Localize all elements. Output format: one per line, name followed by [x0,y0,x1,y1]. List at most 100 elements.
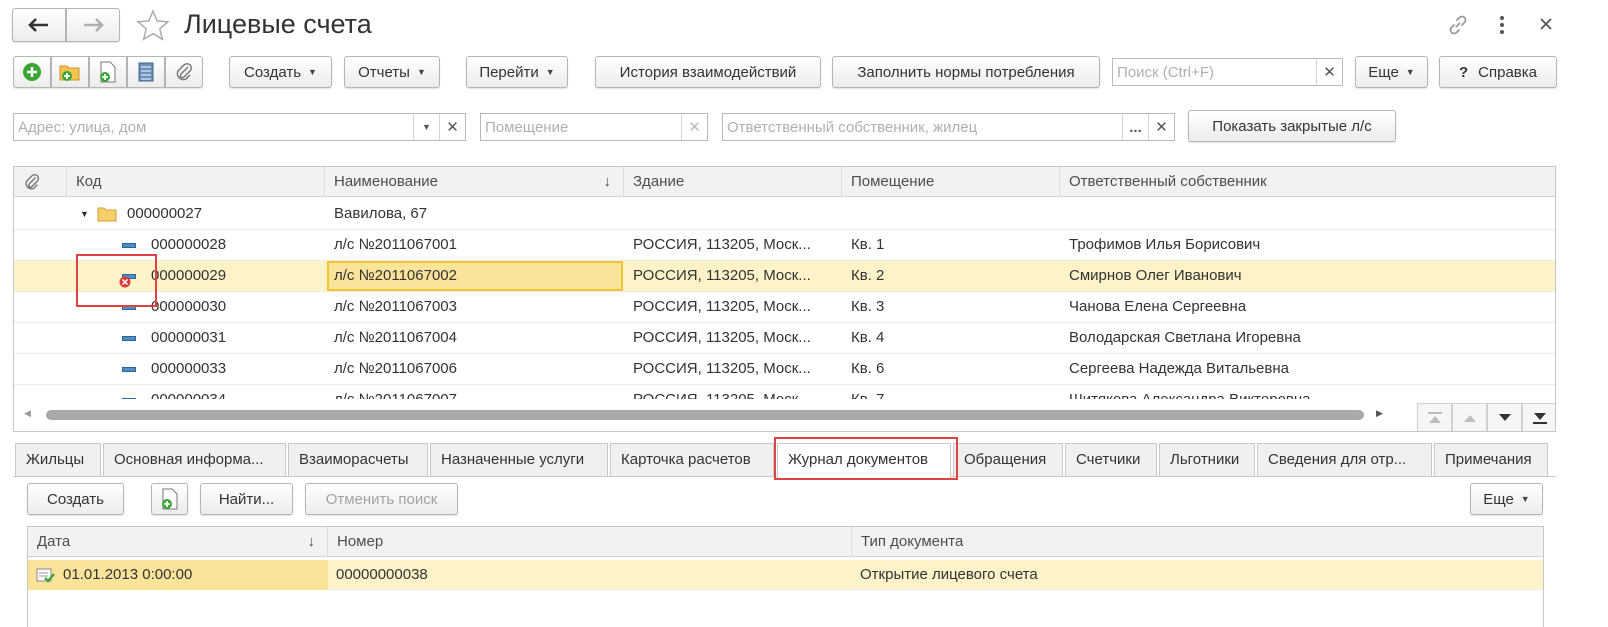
select-owner-icon[interactable]: ... [1122,114,1148,140]
help-button[interactable]: ? Справка [1439,56,1557,88]
scroll-down-button[interactable] [1487,403,1522,431]
table-row[interactable]: 000000031 л/с №2011067004 РОССИЯ, 113205… [14,323,1555,354]
show-closed-button[interactable]: Показать закрытые л/с [1188,110,1396,142]
owner-cell: Смирнов Олег Иванович [1069,267,1242,284]
owner-input[interactable] [723,114,1122,140]
more-vertical-icon[interactable] [1496,13,1508,37]
journal-find-button[interactable]: Найти... [200,483,293,515]
create-dropdown-button[interactable]: Создать ▼ [229,56,332,88]
history-button[interactable]: История взаимодействий [595,56,821,88]
tab-notes[interactable]: Примечания [1434,443,1548,476]
table-row-partial[interactable]: 000000034 л/с №2011067007 РОССИЯ, 113205… [14,385,1555,399]
room-cell: Кв. 1 [851,236,885,253]
more-dropdown-button[interactable]: Еще ▼ [1355,56,1428,88]
list-icon [138,62,154,82]
tab-main-info[interactable]: Основная информа... [103,443,286,476]
table-row[interactable]: 000000033 л/с №2011067006 РОССИЯ, 113205… [14,354,1555,385]
add-group-button[interactable] [51,56,89,88]
accounts-table[interactable]: Код Наименование ↓ Здание Помещение Отве… [13,166,1556,432]
number-cell: 00000000038 [336,566,428,583]
scroll-top-button[interactable] [1417,403,1452,431]
owner-cell: Чанова Елена Сергеевна [1069,298,1247,315]
name-header-label: Наименование [334,173,438,190]
goto-dropdown-button[interactable]: Перейти ▼ [466,56,568,88]
owner-cell: Володарская Светлана Игоревна [1069,329,1301,346]
copy-button[interactable] [89,56,127,88]
tab-beneficiaries[interactable]: Льготники [1159,443,1255,476]
caret-down-icon: ▼ [308,67,317,77]
journal-create-button[interactable]: Создать [27,483,124,515]
fill-norms-button[interactable]: Заполнить нормы потребления [832,56,1100,88]
number-column-header[interactable]: Номер [328,527,852,557]
journal-table[interactable]: Дата ↓ Номер Тип документа 01.01.2013 0:… [27,526,1544,627]
owner-cell: Шитякова Александра Викторовна [1069,385,1311,399]
date-column-header[interactable]: Дата ↓ [28,527,328,557]
reports-dropdown-button[interactable]: Отчеты ▼ [344,56,440,88]
code-column-header[interactable]: Код [67,167,325,197]
table-row[interactable]: 000000030 л/с №2011067003 РОССИЯ, 113205… [14,292,1555,323]
clear-address-icon[interactable]: ✕ [439,114,465,140]
tab-settlements[interactable]: Взаиморасчеты [288,443,428,476]
name-cell: л/с №2011067003 [334,298,457,315]
search-field[interactable]: ✕ [1112,58,1343,86]
scroll-up-button[interactable] [1452,403,1487,431]
room-column-header[interactable]: Помещение [842,167,1060,197]
address-input[interactable] [14,114,413,140]
horizontal-scrollbar[interactable]: ◀ ▶ [14,400,1404,431]
name-column-header[interactable]: Наименование ↓ [325,167,624,197]
table-row[interactable]: ▼ 000000027 Вавилова, 67 [14,199,1555,230]
building-cell: РОССИЯ, 113205, Моск... [633,267,811,284]
owner-cell: Сергеева Надежда Витальевна [1069,360,1289,377]
expand-caret-icon[interactable]: ▼ [80,199,89,229]
cancel-search-button[interactable]: Отменить поиск [305,483,458,515]
forward-button[interactable] [66,8,120,42]
clear-owner-icon[interactable]: ✕ [1148,114,1174,140]
paperclip-icon [25,173,40,190]
table-row[interactable]: 000000028 л/с №2011067001 РОССИЯ, 113205… [14,230,1555,261]
tab-appeals[interactable]: Обращения [953,443,1063,476]
scroll-left-icon[interactable]: ◀ [24,408,31,419]
more-label: Еще [1368,63,1399,81]
room-input[interactable] [481,114,681,140]
tab-meters[interactable]: Счетчики [1065,443,1157,476]
link-icon[interactable] [1446,13,1470,37]
journal-add-button[interactable] [151,483,188,515]
room-filter[interactable]: ✕ [480,113,708,141]
scroll-right-icon[interactable]: ▶ [1376,408,1383,419]
tab-residents[interactable]: Жильцы [15,443,101,476]
add-button[interactable] [13,56,51,88]
clear-search-icon[interactable]: ✕ [1316,59,1342,85]
list-button[interactable] [127,56,165,88]
search-input[interactable] [1113,59,1316,85]
journal-more-button[interactable]: Еще ▼ [1470,483,1543,515]
owner-filter[interactable]: ... ✕ [722,113,1175,141]
attach-column-header[interactable] [14,167,67,197]
attach-button[interactable] [165,56,203,88]
tab-assigned-services[interactable]: Назначенные услуги [430,443,608,476]
owner-column-header[interactable]: Ответственный собственник [1060,167,1555,197]
clear-room-icon[interactable]: ✕ [681,114,707,140]
table-row-selected[interactable]: 000000029 л/с №2011067002 РОССИЯ, 113205… [14,261,1555,292]
type-column-header[interactable]: Тип документа [852,527,1543,557]
caret-down-icon: ▼ [416,67,426,77]
scrollbar-thumb[interactable] [46,410,1364,420]
back-button[interactable] [12,8,66,42]
building-column-header[interactable]: Здание [624,167,842,197]
close-icon[interactable] [1538,16,1554,32]
tab-reporting-info[interactable]: Сведения для отр... [1257,443,1432,476]
scroll-bottom-button[interactable] [1522,403,1555,431]
plus-circle-icon [23,63,41,81]
arrow-up-icon [1463,414,1476,422]
sort-down-icon: ↓ [603,173,612,190]
room-cell: Кв. 6 [851,360,885,377]
address-filter[interactable]: ▼ ✕ [13,113,466,141]
status-icon-highlight [76,254,157,307]
dropdown-arrow-icon[interactable]: ▼ [413,114,439,140]
tab-billing-card[interactable]: Карточка расчетов [610,443,774,476]
sort-down-icon: ↓ [307,533,316,550]
help-label: Справка [1478,63,1537,81]
code-cell: 000000029 [151,267,227,284]
favorite-star-icon[interactable] [136,9,170,41]
caret-down-icon: ▼ [1520,494,1530,504]
journal-row-selected[interactable]: 01.01.2013 0:00:00 00000000038 Открытие … [28,560,1543,590]
